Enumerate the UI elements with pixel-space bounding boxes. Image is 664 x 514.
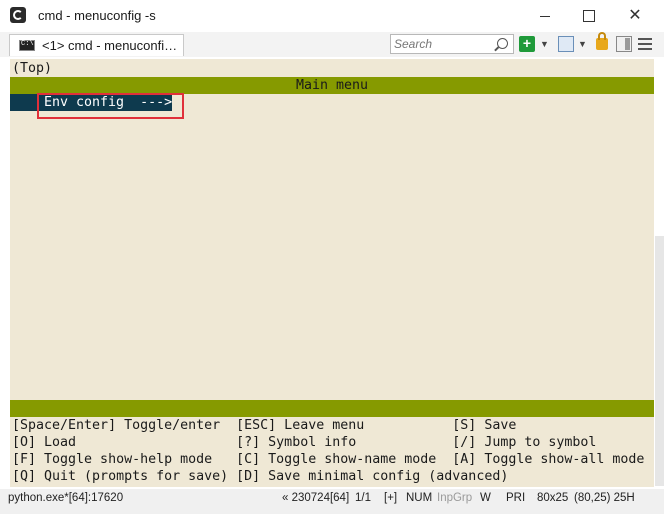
scrollbar[interactable] [655,236,664,486]
status-cursor[interactable]: (80,25) 25H [574,492,635,504]
panel-icon[interactable] [616,36,632,52]
status-pri[interactable]: PRI [506,492,525,504]
maximize-icon [583,10,595,22]
menu-title: Main menu [295,78,369,93]
conemu-icon[interactable] [10,7,26,23]
title-bar: cmd - menuconfig -s ✕ [0,0,664,32]
minimize-button[interactable] [522,0,568,32]
chevron-down-icon[interactable]: ▼ [578,39,588,55]
help-line: [O] Load [?] Symbol info [/] Jump to sym… [12,435,597,450]
close-button[interactable]: ✕ [612,0,658,32]
status-bar: python.exe*[64]:17620 « 230724[64] 1/1 [… [0,489,664,514]
console-tab[interactable]: <1> cmd - menuconfi… [9,34,184,56]
console-icon [19,40,35,51]
help-line: [Space/Enter] Toggle/enter [ESC] Leave m… [12,418,517,433]
minimize-icon [540,15,550,17]
view-button[interactable] [558,36,574,52]
search-placeholder: Search [394,37,433,51]
status-console-index[interactable]: 1/1 [355,492,371,504]
help-line: [F] Toggle show-help mode [C] Toggle sho… [12,452,645,467]
lock-icon[interactable] [596,32,608,50]
tab-label: <1> cmd - menuconfi… [42,38,178,53]
status-num[interactable]: NUM [406,492,432,504]
search-input[interactable]: Search [390,34,514,54]
highlight-box [37,93,184,119]
menu-title-bar: Main menu [10,77,654,94]
maximize-button[interactable] [566,0,612,32]
window-title: cmd - menuconfig -s [38,8,156,23]
status-w[interactable]: W [480,492,491,504]
hamburger-menu-icon[interactable] [638,38,652,50]
close-icon: ✕ [628,7,642,24]
console-area[interactable]: (Top) Main menu Env config ---> [Space/E… [10,59,654,487]
status-plus[interactable]: [+] [384,492,397,504]
help-separator-bar [10,400,654,417]
top-indicator: (Top) [12,61,53,76]
chevron-down-icon[interactable]: ▼ [540,39,550,55]
status-process[interactable]: python.exe*[64]:17620 [8,492,123,504]
new-console-button[interactable]: + [519,36,535,52]
status-inpgrp[interactable]: InpGrp [437,492,472,504]
status-build[interactable]: « 230724[64] [282,492,349,504]
help-line: [Q] Quit (prompts for save) [D] Save min… [12,469,509,484]
search-icon[interactable] [497,38,508,49]
status-size[interactable]: 80x25 [537,492,568,504]
